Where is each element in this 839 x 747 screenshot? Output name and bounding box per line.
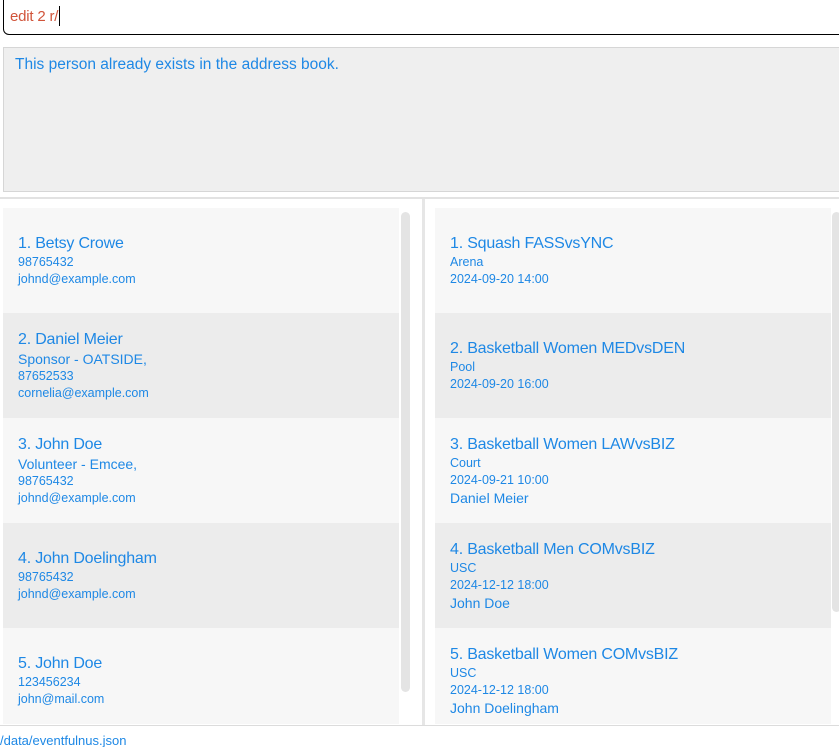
person-card[interactable]: 5. John Doe 123456234 john@mail.com [3,628,399,724]
person-name: 4. John Doelingham [18,549,157,567]
event-venue: USC [450,560,477,575]
event-list-panel: 1. Squash FASSvsYNC Arena 2024-09-20 14:… [427,200,839,724]
event-list-scrollbar[interactable] [832,212,839,612]
person-name: 3. John Doe [18,435,103,453]
person-card[interactable]: 3. John Doe Volunteer - Emcee, 98765432 … [3,418,399,523]
event-time: 2024-12-12 18:00 [450,682,549,697]
person-card[interactable]: 4. John Doelingham 98765432 johnd@exampl… [3,523,399,628]
event-name: 4. Basketball Men COMvsBIZ [450,540,655,558]
event-venue: Court [450,455,481,470]
person-phone: 98765432 [18,254,74,269]
result-display: This person already exists in the addres… [3,47,839,192]
event-venue: USC [450,665,477,680]
person-email: johnd@example.com [18,271,136,286]
person-phone: 98765432 [18,473,74,488]
vertical-divider[interactable] [422,199,425,725]
person-role: Volunteer - Emcee, [18,455,138,472]
horizontal-divider [0,197,839,199]
event-card[interactable]: 2. Basketball Women MEDvsDEN Pool 2024-0… [435,313,831,418]
event-name: 2. Basketball Women MEDvsDEN [450,339,686,357]
event-time: 2024-09-21 10:00 [450,472,549,487]
event-list: 1. Squash FASSvsYNC Arena 2024-09-20 14:… [435,208,831,724]
person-phone: 87652533 [18,368,74,383]
person-list-panel: 1. Betsy Crowe 98765432 johnd@example.co… [0,200,420,724]
event-time: 2024-09-20 16:00 [450,376,549,391]
event-card[interactable]: 1. Squash FASSvsYNC Arena 2024-09-20 14:… [435,208,831,313]
command-text: edit 2 r/ [10,8,59,25]
person-email: johnd@example.com [18,490,136,505]
text-caret [59,6,61,26]
person-list-scrollbar[interactable] [401,212,410,692]
person-name: 1. Betsy Crowe [18,234,124,252]
event-time: 2024-09-20 14:00 [450,271,549,286]
person-email: john@mail.com [18,691,105,706]
command-input[interactable]: edit 2 r/ [3,0,839,35]
event-venue: Pool [450,359,476,374]
event-name: 5. Basketball Women COMvsBIZ [450,645,678,663]
person-role: Sponsor - OATSIDE, [18,350,147,367]
person-card[interactable]: 2. Daniel Meier Sponsor - OATSIDE, 87652… [3,313,399,418]
event-participant: John Doelingham [450,699,559,716]
event-card[interactable]: 5. Basketball Women COMvsBIZ USC 2024-12… [435,628,831,724]
status-bar: /data/eventfulnus.json [0,725,839,747]
person-name: 2. Daniel Meier [18,330,123,348]
person-email: johnd@example.com [18,586,136,601]
person-name: 5. John Doe [18,654,103,672]
person-email: cornelia@example.com [18,385,149,400]
person-list: 1. Betsy Crowe 98765432 johnd@example.co… [3,208,399,724]
event-name: 3. Basketball Women LAWvsBIZ [450,435,675,453]
event-time: 2024-12-12 18:00 [450,577,549,592]
person-phone: 123456234 [18,674,81,689]
result-message: This person already exists in the addres… [15,56,339,73]
person-card[interactable]: 1. Betsy Crowe 98765432 johnd@example.co… [3,208,399,313]
event-card[interactable]: 3. Basketball Women LAWvsBIZ Court 2024-… [435,418,831,523]
event-card[interactable]: 4. Basketball Men COMvsBIZ USC 2024-12-1… [435,523,831,628]
event-participant: John Doe [450,594,510,611]
person-phone: 98765432 [18,569,74,584]
save-file-path: /data/eventfulnus.json [0,733,127,747]
event-name: 1. Squash FASSvsYNC [450,234,614,252]
event-venue: Arena [450,254,484,269]
event-participant: Daniel Meier [450,489,529,506]
